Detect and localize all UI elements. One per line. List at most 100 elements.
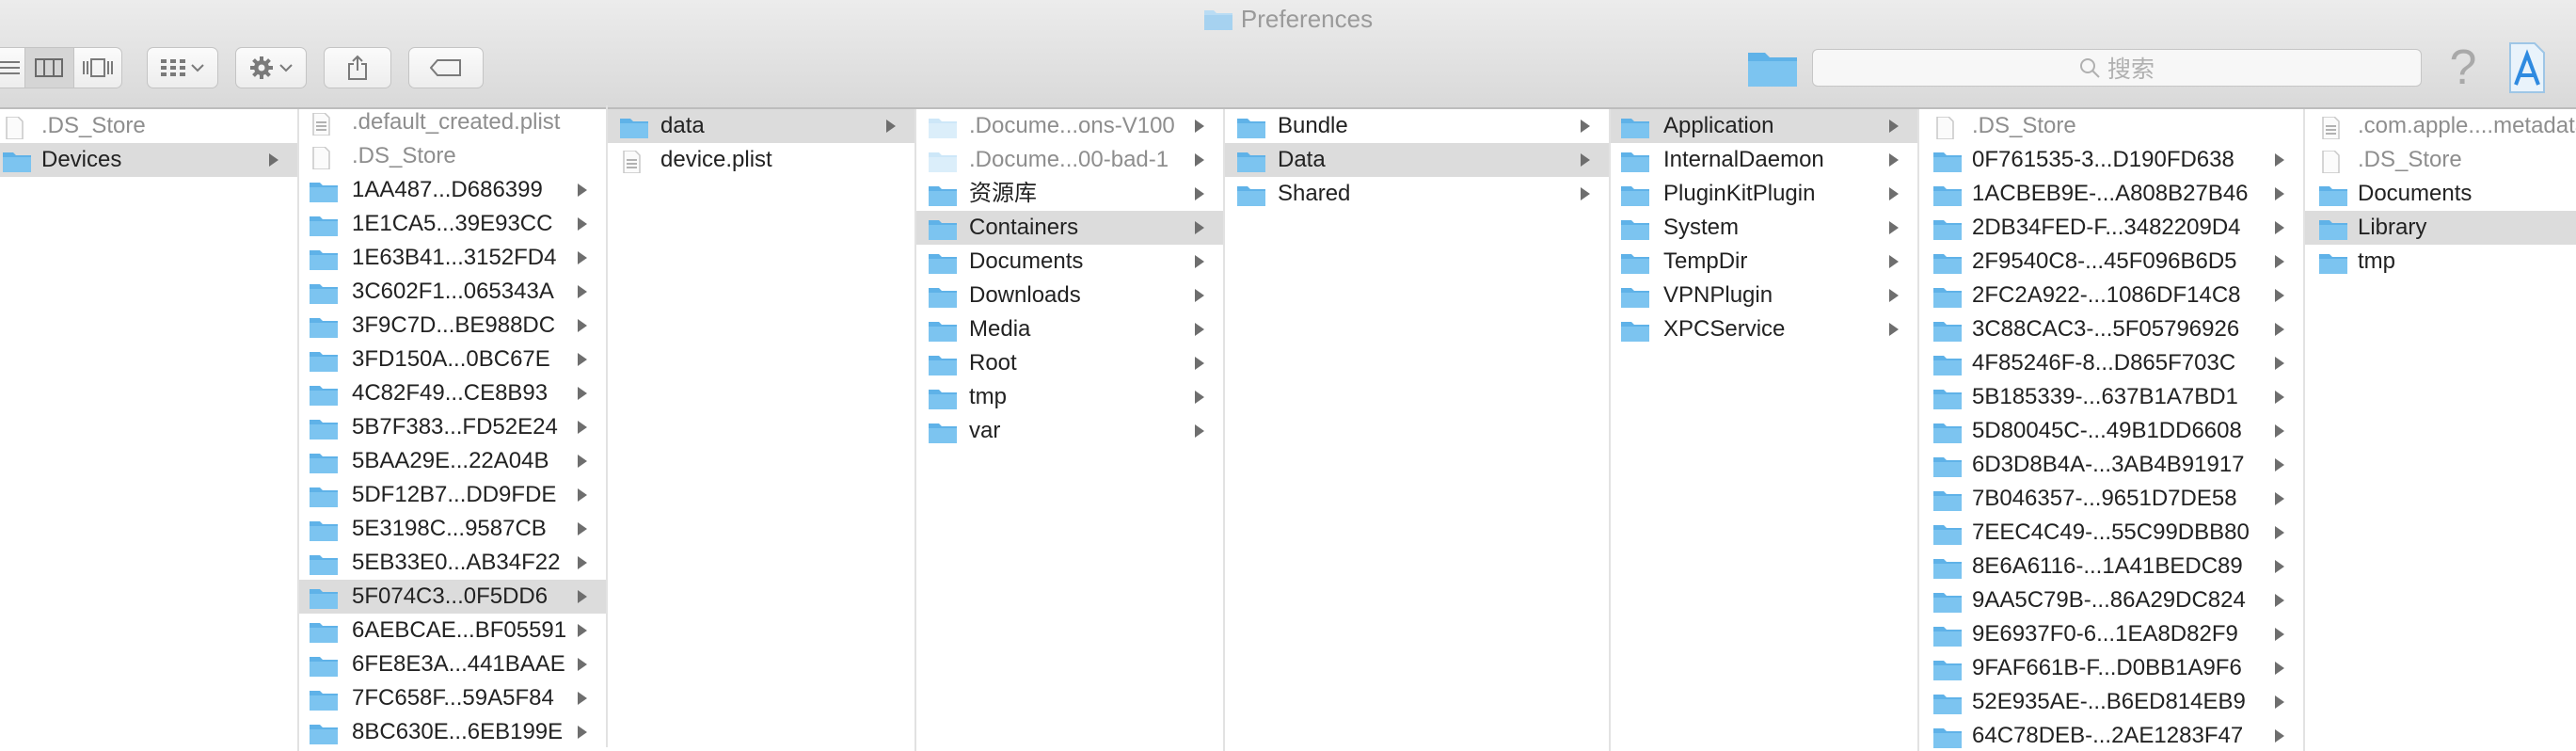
folder-item[interactable]: 7FC658F...59A5F84 (299, 681, 606, 715)
folder-item[interactable]: VPNPlugin (1611, 279, 1917, 312)
folder-item[interactable]: 6FE8E3A...441BAAE (299, 647, 606, 681)
folder-item[interactable]: 7EEC4C49-...55C99DBB80 (1919, 516, 2303, 550)
folder-item[interactable]: Downloads (916, 279, 1223, 312)
folder-item[interactable]: 7B046357-...9651D7DE58 (1919, 482, 2303, 516)
column-1[interactable]: .DS_Store Devices (0, 109, 299, 751)
item-label: 2DB34FED-F...3482209D4 (1972, 215, 2241, 240)
item-label: TempDir (1663, 248, 1748, 274)
item-label: Bundle (1278, 113, 1348, 138)
folder-item[interactable]: 1AA487...D686399 (299, 173, 606, 207)
folder-item[interactable]: tmp (916, 380, 1223, 414)
folder-item[interactable]: 4C82F49...CE8B93 (299, 376, 606, 410)
folder-item[interactable]: 5B7F383...FD52E24 (299, 410, 606, 444)
folder-item[interactable]: 3FD150A...0BC67E (299, 343, 606, 376)
folder-item[interactable]: 1E63B41...3152FD4 (299, 241, 606, 275)
chevron-down-icon (191, 64, 204, 72)
column-2[interactable]: .default_created.plist .DS_Store 1AA487...… (299, 105, 608, 747)
path-folder-icon[interactable] (1746, 47, 1799, 93)
column-3[interactable]: data device.plist (608, 109, 916, 751)
share-button[interactable] (324, 47, 391, 88)
folder-item[interactable]: 1E1CA5...39E93CC (299, 207, 606, 241)
folder-item[interactable]: 6AEBCAE...BF05591 (299, 614, 606, 647)
folder-item[interactable]: 3C602F1...065343A (299, 275, 606, 309)
folder-item[interactable]: Containers (916, 211, 1223, 245)
folder-item[interactable]: 4F85246F-8...D865F703C (1919, 346, 2303, 380)
folder-item[interactable]: 8BC630E...6EB199E (299, 715, 606, 747)
disclosure-arrow-icon (2275, 424, 2284, 438)
folder-item[interactable]: 2F9540C8-...45F096B6D5 (1919, 245, 2303, 279)
coverflow-view-button[interactable] (74, 48, 122, 88)
column-5[interactable]: Bundle Data Shared (1225, 109, 1611, 751)
column-7[interactable]: .DS_Store 0F761535-3...D190FD638 1ACBEB9E-… (1919, 109, 2305, 751)
file-item[interactable]: .DS_Store (0, 109, 297, 143)
search-input[interactable]: 搜索 (1812, 49, 2422, 87)
action-button[interactable] (235, 47, 307, 88)
file-item[interactable]: .DS_Store (2305, 143, 2576, 177)
file-item[interactable]: .DS_Store (1919, 109, 2303, 143)
folder-item[interactable]: 9FAF661B-F...D0BB1A9F6 (1919, 651, 2303, 685)
folder-item[interactable]: 1ACBEB9E-...A808B27B46 (1919, 177, 2303, 211)
folder-item[interactable]: Data (1225, 143, 1609, 177)
file-item[interactable]: .default_created.plist (299, 105, 606, 139)
folder-item[interactable]: 5BAA29E...22A04B (299, 444, 606, 478)
folder-item[interactable]: 0F761535-3...D190FD638 (1919, 143, 2303, 177)
title-folder-icon (1203, 6, 1233, 40)
folder-item[interactable]: Shared (1225, 177, 1609, 211)
folder-item[interactable]: 64C78DEB-...2AE1283F47 (1919, 719, 2303, 751)
column-view-button[interactable] (25, 48, 74, 88)
folder-item[interactable]: PluginKitPlugin (1611, 177, 1917, 211)
folder-item[interactable]: .Docume...ons-V100 (916, 109, 1223, 143)
item-label: 9FAF661B-F...D0BB1A9F6 (1972, 655, 2242, 680)
list-view-button[interactable] (0, 48, 26, 88)
folder-item[interactable]: 5B185339-...637B1A7BD1 (1919, 380, 2303, 414)
folder-item[interactable]: Bundle (1225, 109, 1609, 143)
item-label: 1E1CA5...39E93CC (352, 211, 553, 236)
folder-item[interactable]: 9E6937F0-6...1EA8D82F9 (1919, 617, 2303, 651)
arrange-button[interactable] (147, 47, 218, 88)
file-item[interactable]: device.plist (608, 143, 914, 177)
folder-item[interactable]: 3F9C7D...BE988DC (299, 309, 606, 343)
folder-item[interactable]: 5EB33E0...AB34F22 (299, 546, 606, 580)
folder-item[interactable]: 5F074C3...0F5DD6 (299, 580, 606, 614)
folder-item[interactable]: 资源库 (916, 177, 1223, 211)
folder-item[interactable]: .Docume...00-bad-1 (916, 143, 1223, 177)
folder-item[interactable]: 2DB34FED-F...3482209D4 (1919, 211, 2303, 245)
disclosure-arrow-icon (886, 120, 896, 133)
file-item[interactable]: .DS_Store (299, 139, 606, 173)
folder-item[interactable]: 6D3D8B4A-...3AB4B91917 (1919, 448, 2303, 482)
folder-item[interactable]: Library (2305, 211, 2576, 245)
folder-item[interactable]: XPCService (1611, 312, 1917, 346)
item-label: 2FC2A922-...1086DF14C8 (1972, 282, 2241, 308)
xcode-app-icon[interactable] (2506, 41, 2548, 94)
folder-item[interactable]: data (608, 109, 914, 143)
folder-item[interactable]: 5D80045C-...49B1DD6608 (1919, 414, 2303, 448)
folder-item[interactable]: 8E6A6116-...1A41BEDC89 (1919, 550, 2303, 583)
folder-item[interactable]: 9AA5C79B-...86A29DC824 (1919, 583, 2303, 617)
column-8[interactable]: .com.apple....metadata .DS_Store Documents… (2305, 109, 2576, 751)
folder-icon (2318, 251, 2348, 285)
column-6[interactable]: Application InternalDaemon PluginKitPlugin… (1611, 109, 1919, 751)
folder-item[interactable]: Documents (2305, 177, 2576, 211)
folder-item[interactable]: tmp (2305, 245, 2576, 279)
folder-item[interactable]: InternalDaemon (1611, 143, 1917, 177)
folder-item[interactable]: Media (916, 312, 1223, 346)
disclosure-arrow-icon (578, 184, 587, 197)
folder-item[interactable]: Documents (916, 245, 1223, 279)
file-item[interactable]: .com.apple....metadata (2305, 109, 2576, 143)
folder-item[interactable]: 5DF12B7...DD9FDE (299, 478, 606, 512)
folder-item[interactable]: var (916, 414, 1223, 448)
folder-item[interactable]: System (1611, 211, 1917, 245)
folder-item[interactable]: 5E3198C...9587CB (299, 512, 606, 546)
folder-item[interactable]: Root (916, 346, 1223, 380)
folder-item[interactable]: 52E935AE-...B6ED814EB9 (1919, 685, 2303, 719)
folder-item[interactable]: TempDir (1611, 245, 1917, 279)
help-button[interactable]: ? (2442, 41, 2484, 94)
disclosure-arrow-icon (578, 488, 587, 502)
column-4[interactable]: .Docume...ons-V100 .Docume...00-bad-1 资源库 C… (916, 109, 1225, 751)
folder-item[interactable]: Application (1611, 109, 1917, 143)
item-label: 5BAA29E...22A04B (352, 448, 549, 473)
folder-item[interactable]: 2FC2A922-...1086DF14C8 (1919, 279, 2303, 312)
folder-item[interactable]: Devices (0, 143, 297, 177)
folder-item[interactable]: 3C88CAC3-...5F05796926 (1919, 312, 2303, 346)
tags-button[interactable] (408, 47, 484, 88)
